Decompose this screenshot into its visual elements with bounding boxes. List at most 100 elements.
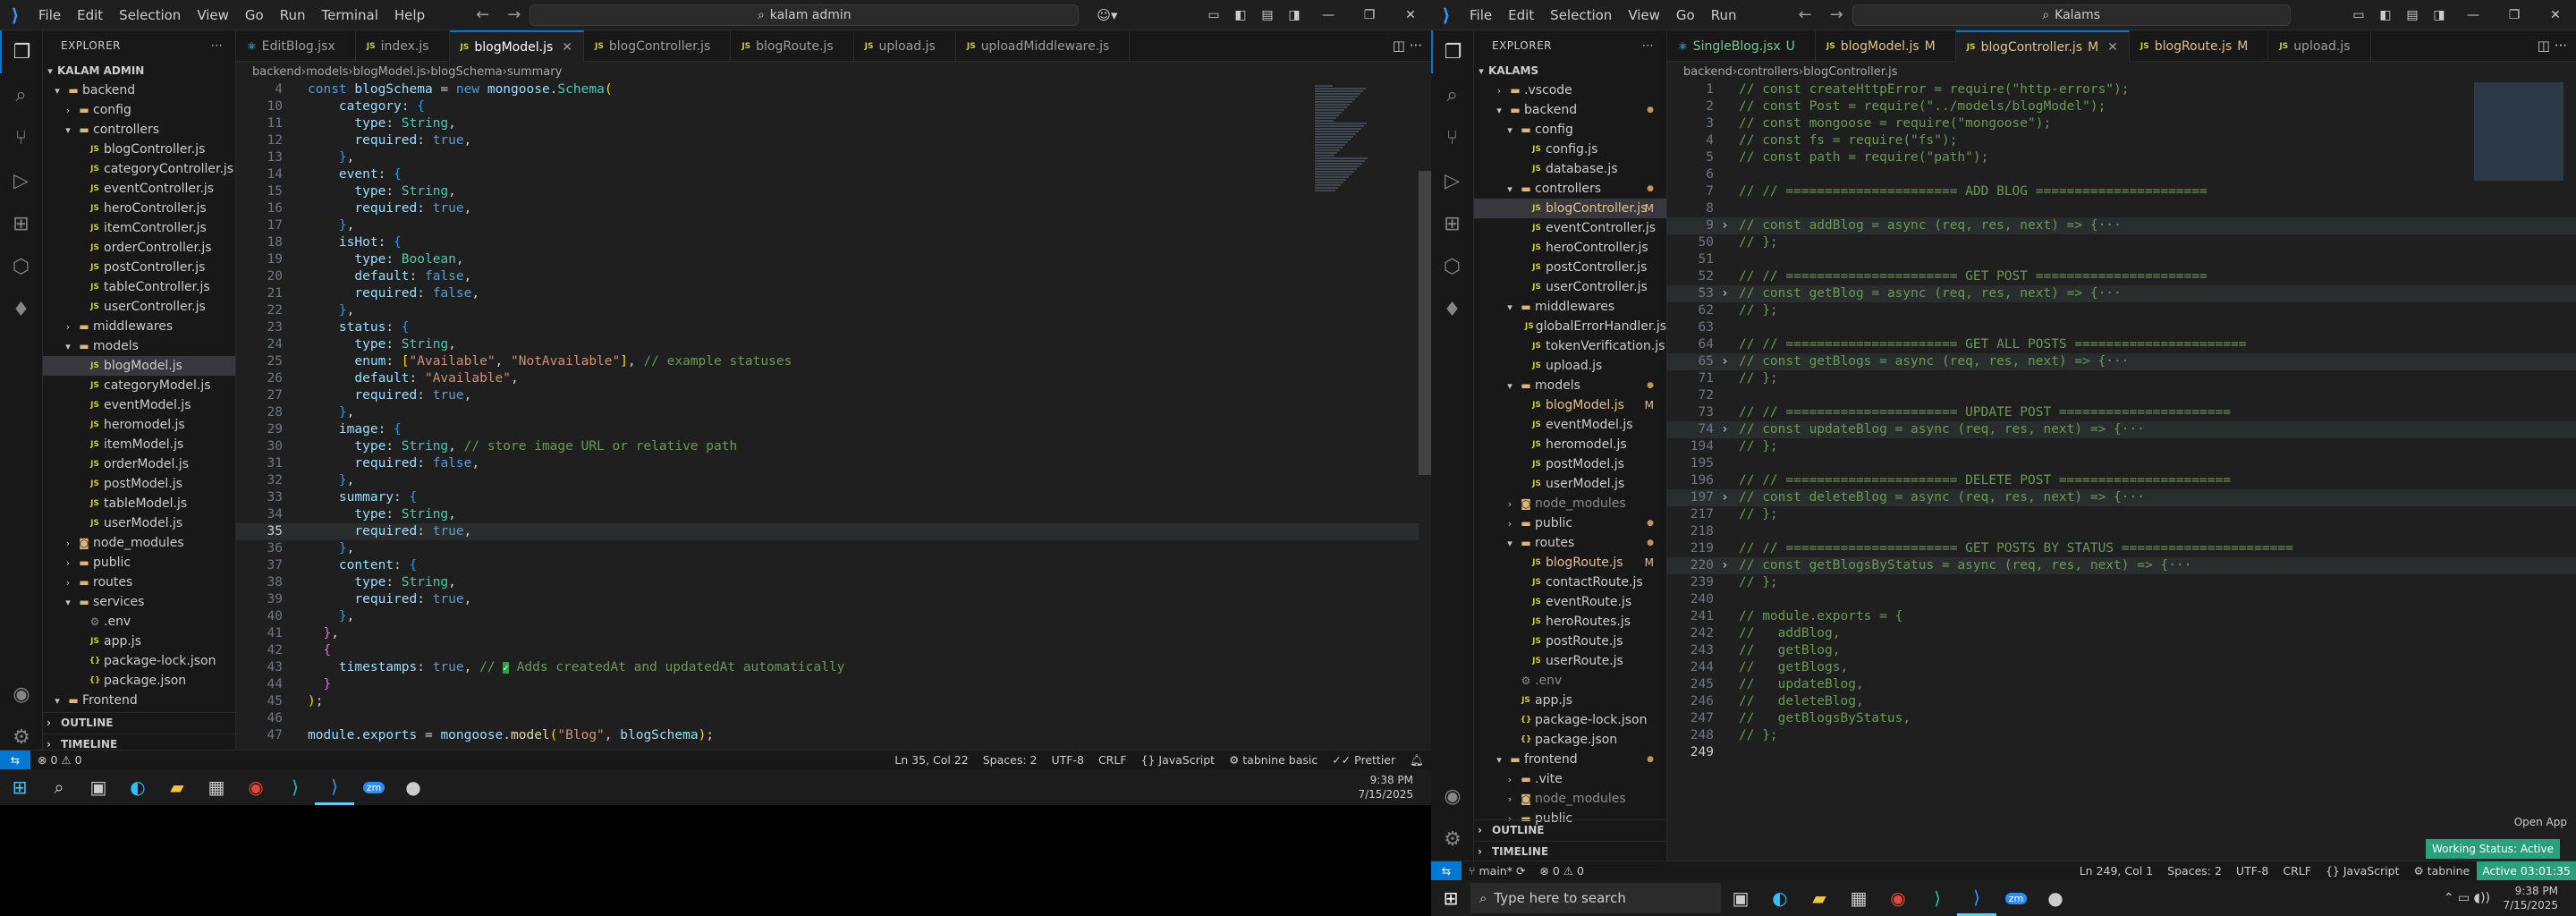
toggle-sidebar-icon[interactable]: ◧ (1227, 8, 1254, 22)
tree-item[interactable]: › ▬ config (43, 100, 235, 120)
right-code-view[interactable]: 1// const createHttpError = require("htt… (1667, 81, 2576, 761)
search-icon[interactable]: ⌕ (0, 73, 42, 116)
breadcrumb-item[interactable]: backend (1683, 65, 1733, 79)
tree-item[interactable]: JS tableModel.js (43, 494, 235, 513)
minimize-icon[interactable]: — (2453, 8, 2494, 22)
tree-item[interactable]: › ▬ routes (43, 572, 235, 592)
editor-tab[interactable]: JS blogController.js (584, 30, 732, 62)
menu-item-file[interactable]: File (1462, 7, 1500, 23)
tree-item[interactable]: JS heroController.js (43, 199, 235, 218)
tree-item[interactable]: ▾ ▬ backend ● (1474, 100, 1666, 120)
windows-start-icon[interactable]: ⊞ (1431, 880, 1470, 916)
menu-item-view[interactable]: View (1620, 7, 1668, 23)
extensions-icon[interactable]: ⊞ (1431, 202, 1473, 245)
source-control-icon[interactable]: ⑂ (1431, 116, 1473, 159)
left-scrollbar[interactable] (1419, 81, 1431, 759)
tree-item[interactable]: › ▬ public ● (1474, 513, 1666, 533)
fold-chevron-icon[interactable]: › (1721, 353, 1739, 370)
toggle-panel-icon[interactable]: ▭ (2345, 8, 2372, 22)
fold-chevron-icon[interactable]: › (1721, 557, 1739, 574)
menu-item-help[interactable]: Help (386, 7, 433, 23)
breadcrumb-item[interactable]: controllers (1737, 65, 1799, 79)
tree-item[interactable]: JS orderModel.js (43, 454, 235, 474)
source-control-icon[interactable]: ⑂ (0, 116, 42, 159)
menu-item-go[interactable]: Go (237, 7, 272, 23)
tree-item[interactable]: JS postController.js (1474, 258, 1666, 277)
system-tray[interactable]: ⌃ ▭ ◖)) (2444, 891, 2490, 905)
menu-item-selection[interactable]: Selection (1542, 7, 1620, 23)
file-explorer-icon[interactable]: ▰ (157, 769, 197, 805)
mongodb-leaf-icon[interactable]: ♦ (0, 288, 42, 331)
menu-item-selection[interactable]: Selection (111, 7, 189, 23)
editor-tab[interactable]: JS upload.js (2268, 30, 2371, 62)
app-icon[interactable]: ● (394, 769, 433, 805)
vscode-insiders-icon[interactable]: ⟩ (275, 769, 315, 805)
store-icon[interactable]: ▦ (1839, 880, 1878, 916)
tree-item[interactable]: › ▬ .vscode (1474, 81, 1666, 100)
command-center-search[interactable]: ⌕ Kalams (1852, 4, 2291, 26)
copilot-icon[interactable]: ☺▾ (1097, 7, 1117, 23)
more-actions-icon[interactable]: ··· (1642, 39, 1654, 52)
toggle-secondary-icon[interactable]: ▤ (2399, 8, 2426, 22)
tree-item[interactable]: JS eventController.js (43, 179, 235, 199)
layout-icon[interactable]: ◨ (2426, 8, 2453, 22)
notifications-bell-icon[interactable]: 🔔︎ (1402, 753, 1431, 768)
menu-item-view[interactable]: View (189, 7, 237, 23)
run-debug-icon[interactable]: ▷ (1431, 159, 1473, 202)
back-arrow-icon[interactable]: ← (1799, 5, 1812, 24)
working-status-badge[interactable]: Working Status: Active (2426, 839, 2560, 859)
layout-icon[interactable]: ◨ (1281, 8, 1308, 22)
right-minimap[interactable] (2474, 82, 2563, 181)
tree-item[interactable]: ▾ ▬ Frontend (43, 691, 235, 710)
workspace-root[interactable]: ▾ KALAM ADMIN (43, 61, 235, 81)
menu-item-edit[interactable]: Edit (69, 7, 111, 23)
tree-item[interactable]: JS userModel.js (1474, 474, 1666, 494)
editor-tab[interactable]: JS blogModel.js ✕ (449, 30, 585, 62)
menu-item-run[interactable]: Run (272, 7, 314, 23)
restore-icon[interactable]: ❐ (1349, 8, 1390, 22)
editor-tab[interactable]: JS upload.js (854, 30, 956, 62)
tree-item[interactable]: JS heroRoutes.js (1474, 612, 1666, 632)
tree-item[interactable]: {} package-lock.json (43, 651, 235, 671)
vscode-taskbar-icon[interactable]: ⟩ (1957, 880, 1996, 916)
breadcrumb-item[interactable]: models (306, 65, 348, 79)
tabnine-status[interactable]: ⚙ tabnine basic (1222, 753, 1325, 767)
fold-chevron-icon[interactable]: › (1721, 421, 1739, 438)
line-ending[interactable]: CRLF (1091, 753, 1134, 767)
editor-tab[interactable]: JS blogController.js M ✕ (1955, 30, 2130, 62)
cursor-position[interactable]: Ln 35, Col 22 (887, 753, 975, 767)
tree-item[interactable]: JS heromodel.js (1474, 435, 1666, 454)
breadcrumb-item[interactable]: blogSchema (430, 65, 502, 79)
close-tab-icon[interactable]: ✕ (562, 40, 572, 55)
outline-section[interactable]: › OUTLINE (1474, 819, 1666, 839)
tree-item[interactable]: JS heroController.js (1474, 238, 1666, 258)
breadcrumb-item[interactable]: blogController.js (1803, 65, 1897, 79)
toggle-panel-icon[interactable]: ▭ (1200, 8, 1227, 22)
explorer-icon[interactable]: ❐ (0, 30, 42, 73)
close-window-icon[interactable]: ✕ (2535, 8, 2576, 22)
left-minimap[interactable] (1315, 84, 1377, 200)
tree-item[interactable]: {} package.json (43, 671, 235, 691)
encoding[interactable]: UTF-8 (1045, 753, 1091, 767)
prettier-status[interactable]: ✓✓ Prettier (1325, 753, 1402, 767)
tree-item[interactable]: {} package.json (1474, 730, 1666, 750)
tree-item[interactable]: › ◙ node_modules (43, 533, 235, 553)
tree-item[interactable]: ⚙ .env (1474, 671, 1666, 691)
git-branch[interactable]: ⑂ main* ⟳ (1462, 864, 1532, 878)
indentation[interactable]: Spaces: 2 (2160, 864, 2229, 878)
left-code-view[interactable]: 4 const blogSchema = new mongoose.Schema(… (236, 81, 1431, 744)
right-clock[interactable]: 9:38 PM 7/15/2025 (2503, 884, 2558, 912)
mongodb-leaf-icon[interactable]: ♦ (1431, 288, 1473, 331)
tree-item[interactable]: ▾ ▬ services (43, 592, 235, 612)
tree-item[interactable]: › ◙ node_modules (1474, 789, 1666, 809)
tree-item[interactable]: JS eventRoute.js (1474, 592, 1666, 612)
tree-item[interactable]: › ◙ node_modules (1474, 494, 1666, 513)
tree-item[interactable]: JS userModel.js (43, 513, 235, 533)
tree-item[interactable]: JS postController.js (43, 258, 235, 277)
tree-item[interactable]: JS postModel.js (1474, 454, 1666, 474)
tree-item[interactable]: JS userRoute.js (1474, 651, 1666, 671)
tree-item[interactable]: ▾ ▬ models (43, 336, 235, 356)
indentation[interactable]: Spaces: 2 (976, 753, 1045, 767)
editor-tab[interactable]: JS blogRoute.js (731, 30, 854, 62)
encoding[interactable]: UTF-8 (2229, 864, 2275, 878)
